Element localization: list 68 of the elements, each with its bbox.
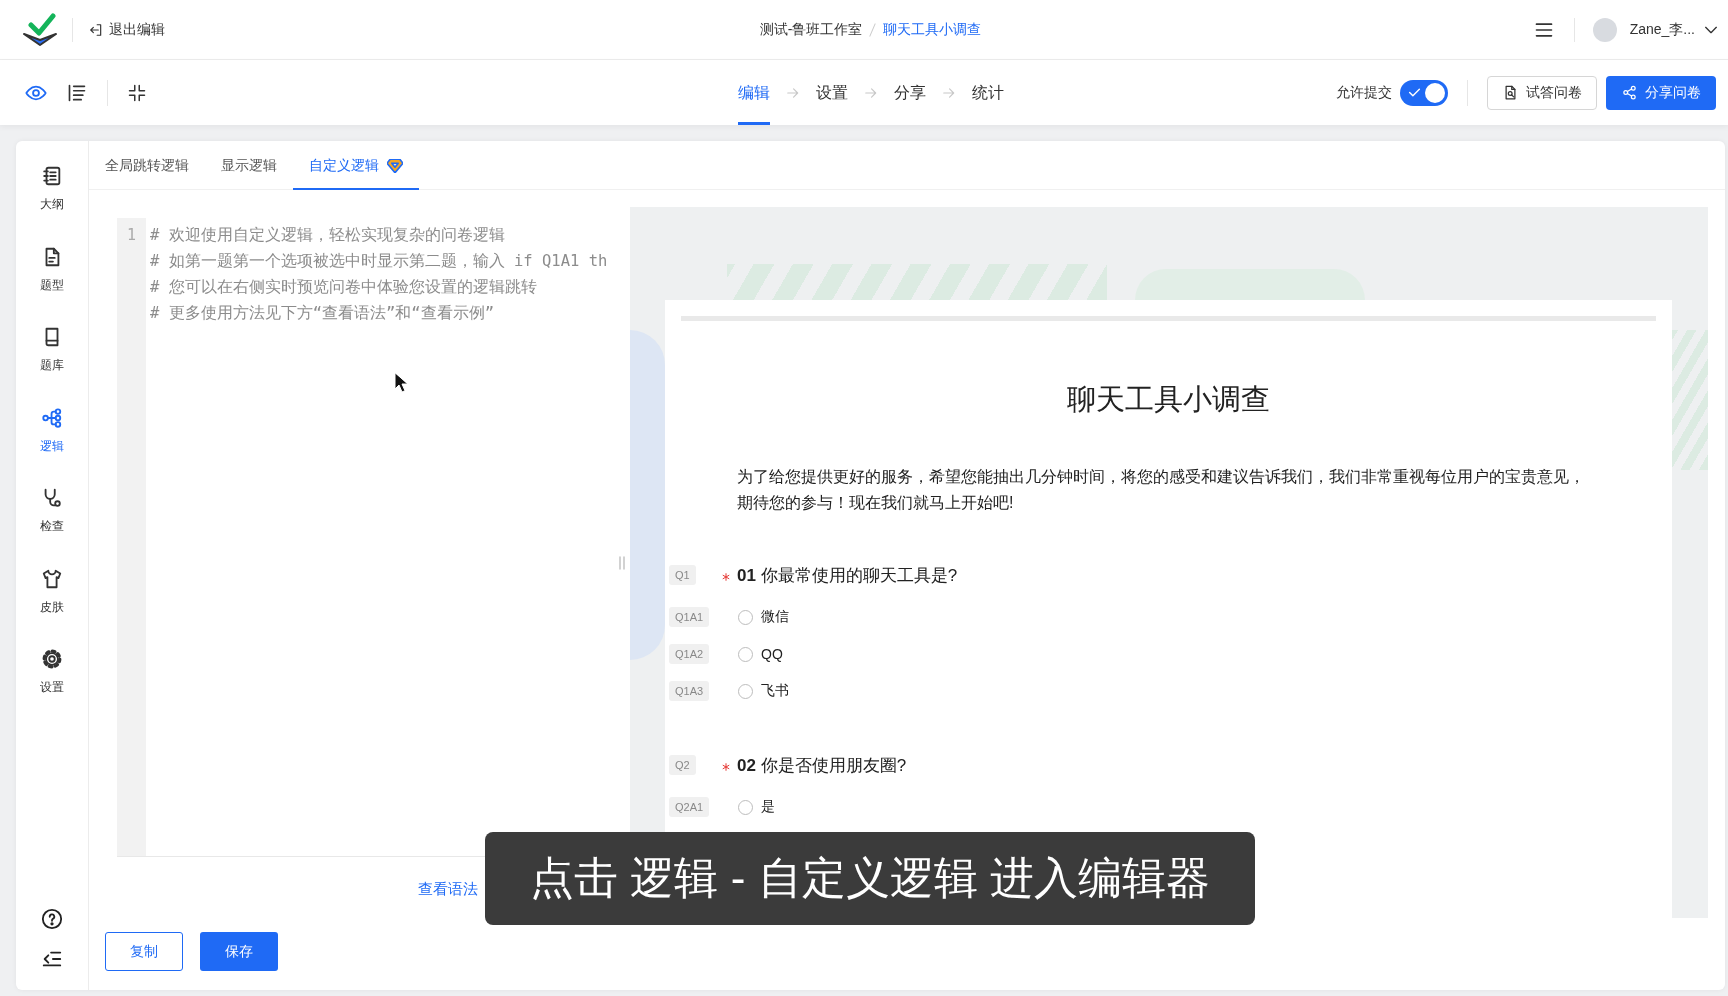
check-icon (1408, 86, 1421, 99)
step-tab[interactable]: 设置 (815, 60, 848, 125)
radio-button[interactable] (738, 609, 753, 625)
radio-button[interactable] (738, 799, 753, 815)
user-name: Zane_李... (1629, 20, 1695, 39)
option-tag: Q1A1 (669, 607, 710, 627)
exit-icon (89, 22, 103, 37)
toggle-switch[interactable] (1400, 79, 1448, 106)
placeholder-line: # 更多使用方法见下方“查看语法”和“查看示例” (150, 303, 495, 324)
exit-edit-button[interactable]: 退出编辑 (89, 20, 165, 39)
option-label: 飞书 (761, 682, 789, 700)
radio-button[interactable] (738, 646, 753, 662)
save-button[interactable]: 保存 (200, 932, 278, 971)
logic-tab[interactable]: 全局跳转逻辑 (89, 141, 205, 190)
share-icon (1621, 85, 1637, 100)
logic-tab[interactable]: 自定义逻辑 (293, 141, 419, 190)
line-number: 1 (126, 225, 137, 246)
branch-nodes-icon (41, 406, 63, 429)
toggle-label: 允许提交 (1336, 83, 1392, 102)
diamond-icon (387, 158, 403, 173)
option-tag: Q1A3 (669, 681, 710, 701)
placeholder-line: # 欢迎使用自定义逻辑，轻松实现复杂的问卷逻辑 (150, 225, 506, 246)
placeholder-line: # 您可以在右侧实时预览问卷中体验您设置的逻辑跳转 (150, 277, 538, 298)
mouse-pointer-icon (394, 372, 408, 393)
step-tab[interactable]: 分享 (893, 60, 926, 125)
syntax-link[interactable]: 查看语法 (418, 879, 478, 899)
breadcrumb-separator-icon (869, 22, 877, 37)
breadcrumb-link[interactable]: 测试-鲁班工作室 (759, 20, 863, 39)
step-tab[interactable]: 编辑 (737, 60, 770, 125)
option-label: 是 (761, 798, 775, 816)
logo-icon (22, 13, 58, 46)
sidebar-item[interactable]: 设置 (22, 648, 82, 729)
arrow-right-icon (785, 85, 800, 100)
help-icon[interactable] (41, 908, 63, 930)
drag-handle-icon[interactable] (618, 556, 626, 570)
sidebar-item[interactable]: 皮肤 (22, 567, 82, 648)
option-tag: Q1A2 (669, 644, 710, 664)
logic-tab[interactable]: 显示逻辑 (205, 141, 293, 190)
placeholder-line: # 如第一题第一个选项被选中时显示第二题，输入 if Q1A1 th (150, 251, 609, 272)
option-label: 微信 (761, 608, 789, 626)
survey-description: 为了给您提供更好的服务，希望您能抽出几分钟时间，将您的感受和建议告诉我们，我们非常重视每位用户的宝贵意见，期待您的参与！现在我们就马上开始吧! (737, 467, 1586, 513)
copy-button[interactable]: 复制 (105, 932, 183, 971)
sidebar-item[interactable]: 逻辑 (22, 406, 82, 487)
question-title: 02 你是否使用朋友圈? (737, 754, 907, 777)
survey-title: 聊天工具小调查 (1066, 382, 1271, 417)
arrow-right-icon (941, 85, 956, 100)
list-icon[interactable] (67, 82, 87, 103)
breadcrumb-link[interactable]: 聊天工具小调查 (883, 20, 982, 39)
video-caption: 点击 逻辑 - 自定义逻辑 进入编辑器 (485, 832, 1255, 925)
question-title: 01 你最常使用的聊天工具是? (737, 564, 958, 587)
notebook-icon (41, 165, 63, 187)
try-survey-button[interactable]: 试答问卷 (1487, 75, 1597, 110)
sidebar-item[interactable]: 题型 (22, 245, 82, 326)
exit-fullscreen-icon[interactable] (128, 83, 146, 102)
tshirt-icon (41, 567, 63, 590)
radio-button[interactable] (738, 683, 753, 699)
sidebar-item[interactable]: 题库 (22, 326, 82, 407)
sidebar-item[interactable]: 检查 (22, 487, 82, 568)
option-tag: Q2A1 (669, 797, 710, 817)
document-search-icon (1502, 85, 1518, 100)
settings-icon (41, 648, 63, 670)
step-tab[interactable]: 统计 (971, 60, 1004, 125)
question-tag: Q2 (669, 755, 696, 775)
question-tag: Q1 (669, 565, 696, 585)
option-label: QQ (761, 646, 783, 662)
share-survey-button[interactable]: 分享问卷 (1606, 75, 1716, 110)
sidebar-item[interactable]: 大纲 (22, 165, 82, 246)
arrow-right-icon (863, 85, 878, 100)
